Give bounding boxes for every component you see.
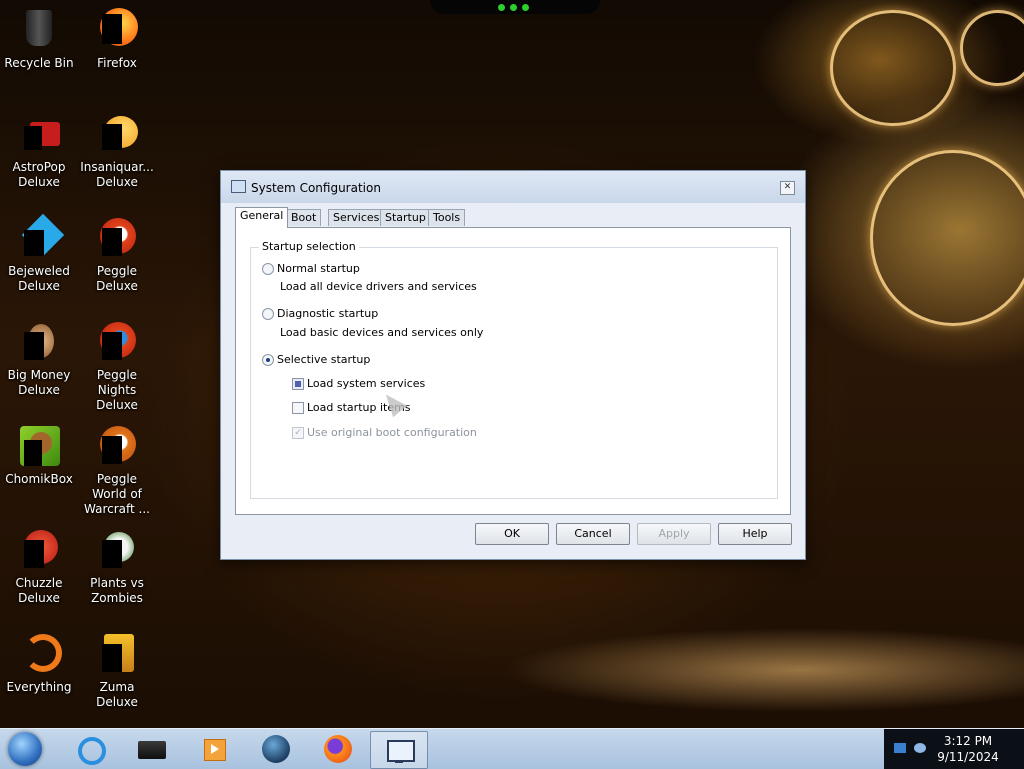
tab-startup[interactable]: Startup: [380, 209, 431, 226]
desktop-icon-astropop[interactable]: AstroPop Deluxe: [0, 104, 78, 204]
tab-boot[interactable]: Boot: [286, 209, 322, 226]
normal-startup-desc: Load all device drivers and services: [280, 280, 477, 293]
green-light-icon: [522, 4, 529, 11]
tab-services[interactable]: Services: [328, 209, 385, 226]
firefox-icon: [324, 735, 352, 763]
recycle-bin-icon: [16, 6, 62, 52]
taskbar-globe[interactable]: [248, 731, 304, 767]
diagnostic-startup-radio[interactable]: [262, 308, 274, 320]
desktop-icon-chomikbox[interactable]: ChomikBox: [0, 416, 78, 516]
tab-general[interactable]: General: [235, 207, 289, 228]
normal-startup-label[interactable]: Normal startup: [277, 262, 360, 275]
ok-button[interactable]: OK: [475, 523, 549, 545]
media-player-icon: [200, 735, 228, 763]
network-icon[interactable]: [894, 743, 906, 753]
system-configuration-icon: [231, 180, 246, 193]
use-original-boot-config-checkbox: ✓: [292, 427, 304, 439]
taskbar-media-player[interactable]: [186, 731, 242, 767]
volume-icon[interactable]: [914, 743, 926, 753]
insaniquarium-icon: [94, 110, 140, 156]
system-configuration-icon: [385, 736, 415, 764]
desktop-icon-insaniquarium[interactable]: Insaniquar... Deluxe: [78, 104, 156, 204]
cancel-button[interactable]: Cancel: [556, 523, 630, 545]
tab-tools[interactable]: Tools: [428, 209, 466, 226]
wallpaper-swirl: [830, 10, 956, 126]
diagnostic-startup-desc: Load basic devices and services only: [280, 326, 484, 339]
clock-time[interactable]: 3:12 PM: [928, 734, 1008, 748]
taskbar-system-configuration[interactable]: [370, 731, 428, 769]
everything-search-icon: [16, 630, 62, 676]
desktop-icon-peggle[interactable]: Peggle Deluxe: [78, 208, 156, 308]
system-tray: 3:12 PM 9/11/2024: [884, 729, 1024, 769]
taskbar-drive[interactable]: [124, 731, 180, 767]
globe-icon: [262, 735, 290, 763]
top-decor-bar: [430, 0, 600, 14]
group-label: Startup selection: [259, 240, 359, 253]
wallpaper-swirl: [960, 10, 1024, 86]
apply-button: Apply: [637, 523, 711, 545]
bejeweled-icon: [16, 213, 65, 260]
load-system-services-label[interactable]: Load system services: [307, 377, 425, 390]
load-startup-items-checkbox[interactable]: [292, 402, 304, 414]
dialog-title: System Configuration: [251, 181, 381, 195]
desktop-icon-peggle-nights[interactable]: Peggle Nights Deluxe: [78, 312, 156, 412]
system-configuration-dialog: System Configuration ✕ General Boot Serv…: [220, 170, 806, 560]
general-tab-panel: Startup selection Normal startup Load al…: [235, 227, 791, 515]
chomikbox-icon: [16, 422, 62, 468]
start-button[interactable]: [8, 732, 42, 766]
taskbar: 3:12 PM 9/11/2024: [0, 728, 1024, 769]
peggle-nights-icon: [94, 318, 140, 364]
green-light-icon: [510, 4, 517, 11]
peggle-wow-icon: [94, 422, 140, 468]
taskbar-internet-explorer[interactable]: [62, 731, 118, 767]
green-light-icon: [498, 4, 505, 11]
diagnostic-startup-label[interactable]: Diagnostic startup: [277, 307, 378, 320]
help-button[interactable]: Help: [718, 523, 792, 545]
desktop-icon-firefox[interactable]: Firefox: [78, 0, 156, 100]
wallpaper-swirl: [870, 150, 1024, 326]
desktop-icon-plants-vs-zombies[interactable]: Plants vs Zombies: [78, 520, 156, 620]
big-money-icon: [16, 318, 62, 364]
desktop-icon-chuzzle[interactable]: Chuzzle Deluxe: [0, 520, 78, 620]
astropop-icon: [16, 110, 62, 156]
internet-explorer-icon: [76, 735, 106, 765]
clock-date[interactable]: 9/11/2024: [928, 750, 1008, 764]
peggle-icon: [94, 214, 140, 260]
plants-vs-zombies-icon: [94, 526, 140, 572]
desktop-icon-peggle-wow[interactable]: Peggle World of Warcraft ...: [78, 416, 156, 516]
startup-selection-group: Startup selection Normal startup Load al…: [250, 240, 778, 499]
selective-startup-label[interactable]: Selective startup: [277, 353, 370, 366]
desktop-icon-zuma[interactable]: Zuma Deluxe: [78, 624, 156, 724]
normal-startup-radio[interactable]: [262, 263, 274, 275]
firefox-icon: [94, 6, 140, 52]
drive-icon: [138, 735, 166, 763]
load-system-services-checkbox[interactable]: [292, 378, 304, 390]
desktop-icon-bejeweled[interactable]: Bejeweled Deluxe: [0, 208, 78, 308]
chuzzle-icon: [16, 526, 62, 572]
desktop-icon-big-money[interactable]: Big Money Deluxe: [0, 312, 78, 412]
taskbar-firefox[interactable]: [310, 731, 366, 767]
desktop-icon-recycle-bin[interactable]: Recycle Bin: [0, 0, 78, 100]
close-button[interactable]: ✕: [780, 181, 795, 195]
desktop-icon-everything[interactable]: Everything: [0, 624, 78, 724]
use-original-boot-config-label: Use original boot configuration: [307, 426, 477, 439]
zuma-icon: [94, 630, 140, 676]
dialog-titlebar[interactable]: System Configuration ✕: [221, 171, 805, 203]
selective-startup-radio[interactable]: [262, 354, 274, 366]
